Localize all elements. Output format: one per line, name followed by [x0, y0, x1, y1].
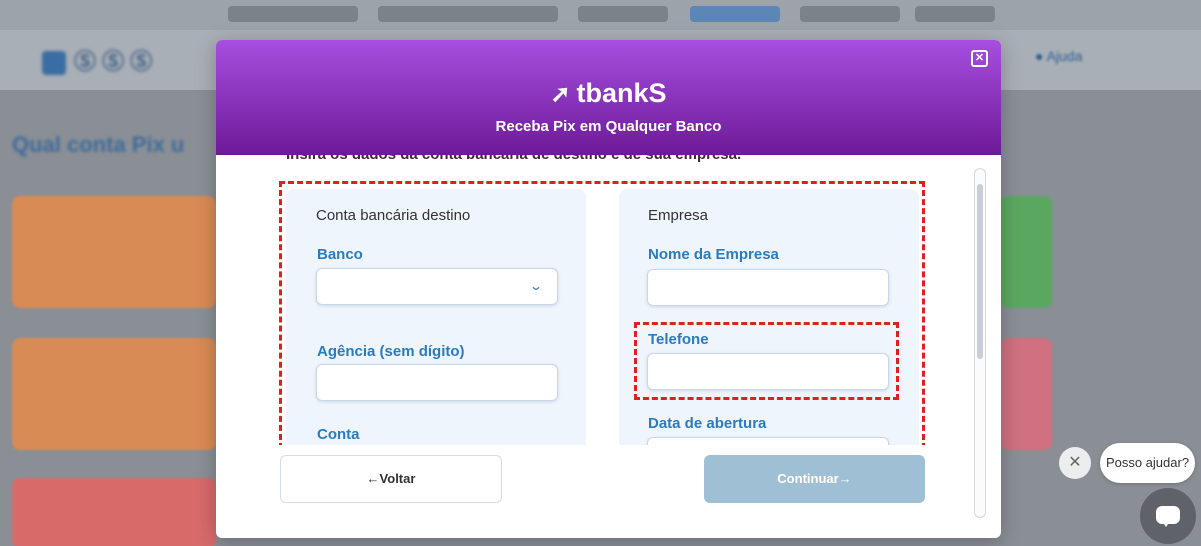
arrow-up-right-icon: ➚: [550, 81, 571, 108]
bank-account-panel: Conta bancária destino Banco ⌄ Agência (…: [286, 189, 586, 445]
bank-label: Banco: [317, 246, 363, 263]
account-label: Conta: [317, 426, 360, 443]
company-panel: Empresa Nome da Empresa Telefone Data de…: [619, 189, 919, 445]
chat-help-bubble[interactable]: Posso ajudar?: [1100, 443, 1195, 483]
company-name-field[interactable]: [647, 269, 889, 306]
background-logo: Ⓢ Ⓢ Ⓢ: [42, 44, 172, 76]
bank-select[interactable]: ⌄: [316, 268, 558, 305]
chat-launcher-button[interactable]: [1140, 488, 1196, 544]
bg-nav-pill: [378, 6, 558, 22]
background-card: [1000, 196, 1052, 308]
background-top-nav: [0, 0, 1201, 30]
close-icon[interactable]: ✕: [971, 50, 988, 67]
background-card: [12, 338, 216, 450]
opening-date-label: Data de abertura: [648, 415, 767, 432]
scrollbar-thumb[interactable]: [977, 184, 983, 359]
modal-subtitle: Receba Pix em Qualquer Banco: [495, 118, 722, 135]
phone-label: Telefone: [648, 331, 709, 348]
background-help-link: ● Ajuda: [1035, 48, 1083, 64]
chat-bubble-icon-tail: [1162, 521, 1170, 527]
brand-name: tbankS: [576, 78, 667, 108]
modal-header: ➚ tbankS Receba Pix em Qualquer Banco ✕: [216, 40, 1001, 155]
bg-nav-pill: [915, 6, 995, 22]
chevron-down-icon: ⌄: [528, 279, 544, 293]
chat-close-icon[interactable]: ✕: [1059, 447, 1091, 479]
pix-modal: ➚tbankS Receba Pix em Qualquer Banco ✕ I…: [216, 40, 1001, 538]
background-card: [12, 478, 216, 546]
background-card: [1000, 338, 1052, 450]
company-panel-title: Empresa: [648, 207, 709, 224]
bg-nav-pill: [800, 6, 900, 22]
continue-button[interactable]: Continuar→: [704, 455, 925, 503]
intro-text: Insira os dados da conta bancária de des…: [286, 155, 741, 163]
bg-nav-pill: [690, 6, 780, 22]
bg-nav-pill: [578, 6, 668, 22]
back-button[interactable]: ←Voltar: [280, 455, 502, 503]
agency-field[interactable]: [316, 364, 558, 401]
background-card: [12, 196, 216, 308]
bg-nav-pill: [228, 6, 358, 22]
phone-field[interactable]: [647, 353, 889, 390]
opening-date-field[interactable]: [647, 437, 889, 445]
modal-scrollbar[interactable]: [974, 168, 986, 518]
bank-panel-title: Conta bancária destino: [316, 207, 471, 224]
agency-label: Agência (sem dígito): [317, 343, 465, 360]
background-page-title: Qual conta Pix u: [12, 132, 185, 157]
brand-logo: ➚ tbankS: [216, 78, 1001, 109]
form-scroll-area[interactable]: Insira os dados da conta bancária de des…: [216, 155, 1001, 445]
company-name-label: Nome da Empresa: [648, 246, 779, 263]
